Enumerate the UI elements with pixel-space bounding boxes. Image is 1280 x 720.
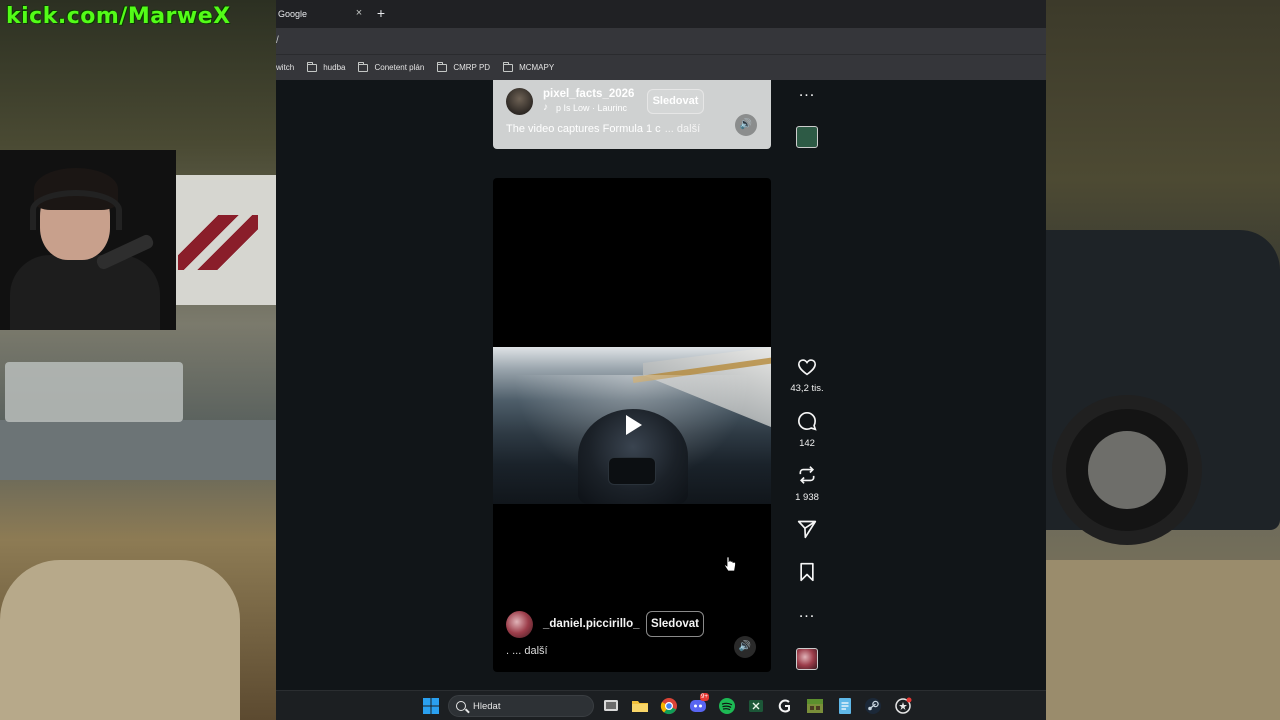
page-content: pixel_facts_2026 ♪ p Is Low · Laurinc Sl…	[276, 80, 1046, 690]
spotify-icon[interactable]	[718, 697, 736, 715]
taskbar-search-input[interactable]: Hledat	[448, 695, 594, 717]
reel-caption[interactable]: The video captures Formula 1 c ... další	[506, 123, 700, 135]
reel-username[interactable]: _daniel.piccirillo_	[543, 618, 640, 630]
folder-icon	[307, 61, 318, 72]
wheel-rim	[1088, 431, 1166, 509]
comment-button[interactable]: 142	[789, 411, 825, 449]
video-dashboard	[608, 457, 656, 485]
bookmark-label: witch	[276, 63, 295, 72]
share-button[interactable]	[789, 519, 825, 544]
reel-music[interactable]: ♪ p Is Low · Laurinc	[543, 102, 627, 113]
music-note-icon: ♪	[543, 102, 548, 113]
play-icon	[626, 415, 642, 435]
notification-badge: 9+	[700, 693, 709, 701]
tab-close-icon[interactable]: ×	[353, 7, 365, 19]
save-button[interactable]	[789, 562, 825, 587]
windows-start-icon[interactable]	[422, 697, 440, 715]
tab-title: Google	[278, 9, 308, 19]
game-background-left	[0, 0, 276, 720]
audio-thumbnail-icon	[796, 126, 818, 148]
caption-more-link[interactable]: ... další	[665, 123, 700, 135]
follow-button[interactable]: Sledovat	[646, 611, 704, 637]
webcam-person-body	[10, 255, 160, 330]
bookmark-twitch[interactable]: witch	[276, 63, 294, 72]
repost-button[interactable]: 1 938	[789, 465, 825, 503]
new-tab-button[interactable]: +	[374, 5, 388, 21]
folder-icon	[437, 61, 448, 72]
repost-count: 1 938	[795, 492, 819, 503]
heart-icon	[797, 359, 817, 376]
like-button[interactable]: 43,2 tis.	[789, 358, 825, 394]
bookmark-label: Conetent plán	[374, 63, 425, 72]
address-bar[interactable]: /	[276, 28, 1046, 54]
address-text: /	[276, 35, 279, 46]
background-ground	[1046, 560, 1280, 720]
more-options-icon[interactable]: ...	[789, 605, 825, 621]
minecraft-launcher-icon[interactable]	[806, 697, 824, 715]
bookmark-hudba[interactable]: hudba	[307, 61, 346, 72]
game-background-right	[1046, 0, 1280, 720]
music-title: p Is Low · Laurinc	[556, 102, 628, 113]
audio-thumbnail-icon	[796, 648, 818, 670]
comment-count: 142	[799, 438, 815, 449]
notepad-icon[interactable]	[836, 697, 854, 715]
reel-caption[interactable]: . ... další	[506, 645, 548, 657]
search-placeholder: Hledat	[473, 701, 501, 712]
bookmark-mcmapy[interactable]: MCMAPY	[503, 61, 555, 72]
background-wheel	[1052, 395, 1202, 545]
wall-logo	[178, 215, 258, 270]
like-count: 43,2 tis.	[790, 383, 824, 394]
file-explorer-icon[interactable]	[631, 697, 649, 715]
bookmark-label: CMRP PD	[453, 63, 491, 72]
steam-icon[interactable]	[864, 697, 882, 715]
search-icon	[456, 701, 466, 711]
speaker-icon[interactable]: 🔊	[735, 114, 757, 136]
follow-button[interactable]: Sledovat	[647, 89, 704, 114]
send-icon	[797, 520, 817, 539]
reel-card[interactable]: _daniel.piccirillo_ Sledovat . ... další…	[493, 178, 771, 672]
excel-icon[interactable]	[747, 697, 765, 715]
background-bench	[5, 362, 183, 422]
taskbar: Hledat 9+	[276, 690, 1046, 720]
screen: kick.com/MarweX Google × + / witch hudba	[0, 0, 1280, 720]
avatar[interactable]	[506, 611, 533, 638]
rockstar-launcher-icon[interactable]	[894, 697, 912, 715]
caption-text: The video captures Formula 1 c	[506, 123, 661, 135]
bookmark-conetent-plan[interactable]: Conetent plán	[358, 61, 425, 72]
background-wall	[170, 175, 276, 305]
task-view-icon[interactable]	[602, 697, 620, 715]
chrome-icon[interactable]	[660, 697, 678, 715]
previous-reel-card[interactable]: pixel_facts_2026 ♪ p Is Low · Laurinc Sl…	[493, 80, 771, 149]
hand-cursor-icon	[724, 556, 736, 572]
tab-bar: Google × +	[276, 0, 1046, 28]
audio-thumbnail[interactable]	[789, 648, 825, 670]
speaker-icon[interactable]: 🔊	[734, 636, 756, 658]
background-road	[0, 420, 276, 480]
bookmark-label: MCMAPY	[519, 63, 555, 72]
browser-window: Google × + / witch hudba Conetent plán C…	[276, 0, 1046, 690]
streamer-url: kick.com/MarweX	[6, 4, 231, 29]
folder-icon	[503, 61, 514, 72]
previous-audio-thumbnail[interactable]	[789, 126, 825, 148]
reel-username[interactable]: pixel_facts_2026	[543, 88, 634, 100]
folder-icon	[358, 61, 369, 72]
bookmark-icon	[800, 562, 814, 582]
bookmark-label: hudba	[323, 63, 346, 72]
bookmark-cmrp-pd[interactable]: CMRP PD	[437, 61, 491, 72]
background-rock	[0, 560, 240, 720]
reel-actions: ... 43,2 tis. 142 1 938 ...	[789, 80, 825, 690]
webcam-feed	[0, 150, 176, 330]
repost-icon	[799, 466, 815, 484]
play-button[interactable]	[615, 408, 649, 442]
more-options-icon[interactable]: ...	[789, 84, 825, 100]
bookmarks-bar: witch hudba Conetent plán CMRP PD MCMAPY	[276, 54, 1046, 80]
g-hub-icon[interactable]	[776, 697, 794, 715]
headset-icon	[30, 190, 122, 230]
avatar[interactable]	[506, 88, 533, 115]
comment-icon	[797, 411, 817, 431]
discord-icon[interactable]: 9+	[689, 693, 709, 715]
